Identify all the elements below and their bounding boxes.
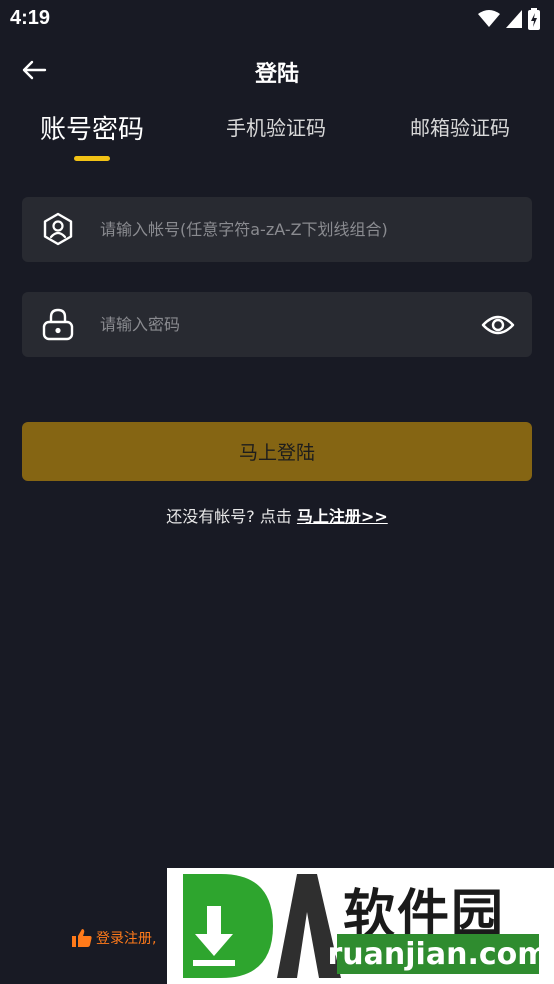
status-time: 4:19: [10, 7, 51, 29]
battery-icon: [528, 8, 540, 30]
signal-icon: [506, 10, 522, 28]
account-input[interactable]: [100, 197, 480, 262]
tab-account-password[interactable]: 账号密码: [40, 109, 144, 146]
login-tabs: 账号密码 手机验证码 邮箱验证码: [0, 112, 554, 168]
user-badge-icon: [40, 211, 76, 247]
header: 登陆: [0, 50, 554, 90]
watermark-logo: 软件园 ruanjian.com: [167, 868, 554, 984]
footer-note[interactable]: 登录注册,: [72, 928, 156, 948]
watermark-en: ruanjian.com: [328, 934, 549, 974]
footer-note-text: 登录注册,: [96, 931, 157, 947]
eye-icon: [481, 315, 515, 335]
register-prompt: 还没有帐号? 点击: [166, 507, 297, 526]
watermark-da-logo: [183, 874, 341, 978]
tab-email-code[interactable]: 邮箱验证码: [410, 112, 510, 141]
tab-phone-code[interactable]: 手机验证码: [226, 112, 326, 141]
show-password-button[interactable]: [480, 307, 516, 343]
lock-icon: [40, 306, 76, 342]
page-title: 登陆: [254, 62, 299, 87]
password-field: [22, 292, 532, 357]
login-button[interactable]: 马上登陆: [22, 422, 532, 481]
status-bar: 4:19: [0, 0, 554, 38]
account-field: [22, 197, 532, 262]
wifi-icon: [478, 10, 500, 27]
status-icons: [478, 8, 540, 30]
thumbs-up-icon: [72, 929, 92, 947]
tab-indicator: [74, 156, 110, 161]
register-line: 还没有帐号? 点击 马上注册>>: [0, 503, 554, 527]
register-link[interactable]: 马上注册>>: [297, 507, 388, 526]
password-input[interactable]: [100, 292, 480, 357]
